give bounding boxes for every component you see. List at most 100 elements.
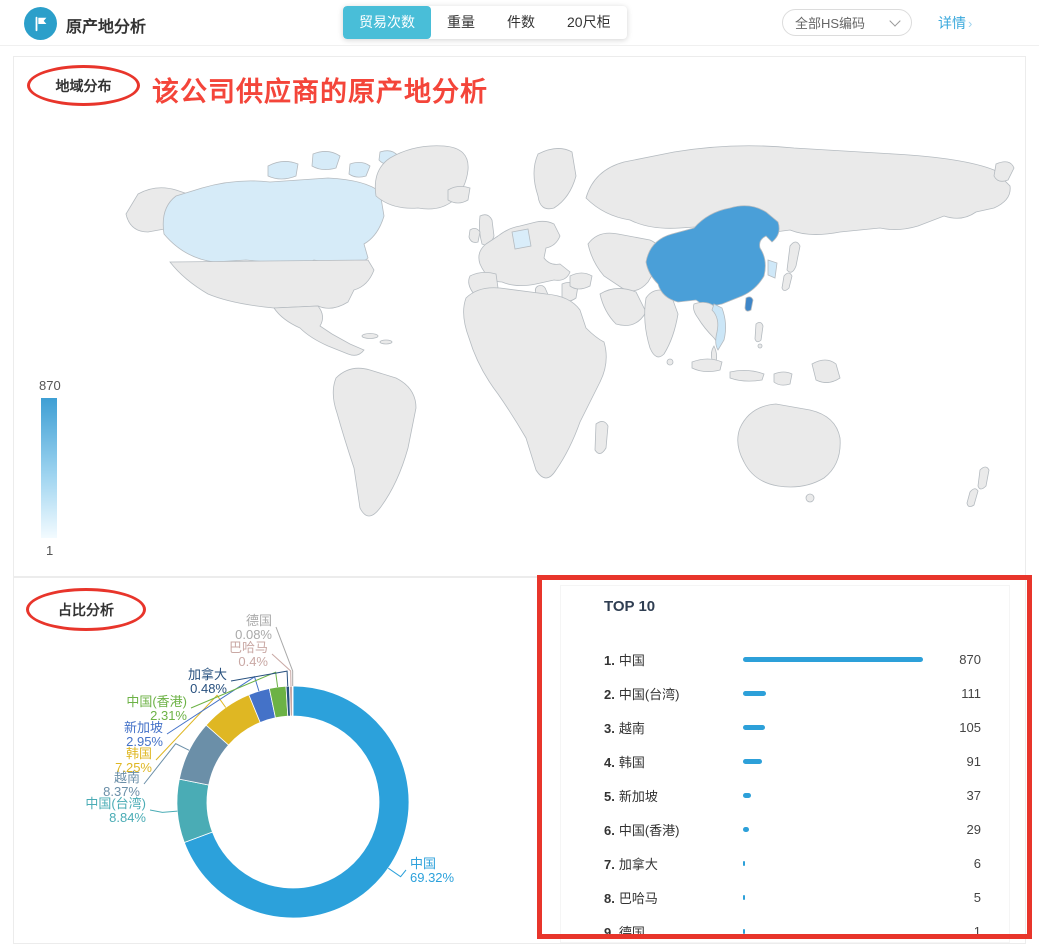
- page-title: 原产地分析: [66, 13, 146, 37]
- top10-value: 105: [959, 720, 981, 735]
- map-region-new-zealand: [967, 489, 978, 507]
- top10-country-name: 中国(香港): [619, 823, 680, 838]
- top10-value-bar: [743, 691, 766, 696]
- red-annotation-note: 该公司供应商的原产地分析: [152, 70, 488, 109]
- top10-country-name: 德国: [619, 925, 645, 940]
- hs-code-dropdown[interactable]: 全部HS编码: [782, 9, 912, 36]
- map-country-canada[interactable]: [163, 178, 384, 266]
- top10-row-加拿大[interactable]: 7. 加拿大 6: [604, 854, 981, 874]
- top10-row-中国[interactable]: 1.中国870: [604, 650, 981, 670]
- top10-rank: 9.: [604, 925, 615, 940]
- map-region-new-zealand: [978, 467, 989, 489]
- map-region-mexico: [274, 306, 364, 355]
- top10-value: 1: [974, 924, 981, 939]
- top10-row-中国(台湾)[interactable]: 2.中国(台湾)111: [604, 684, 981, 704]
- top10-rank: 6.: [604, 823, 615, 838]
- region-badge-label: 地域分布: [56, 76, 112, 96]
- map-region-indonesia: [730, 370, 764, 381]
- donut-slice-德国[interactable]: [292, 686, 293, 716]
- donut-label-中国: 中国69.32%: [410, 857, 454, 885]
- top10-rank: 1.: [604, 653, 615, 668]
- top10-country-name: 越南: [619, 721, 645, 736]
- map-region-australia: [738, 404, 840, 487]
- top10-row-巴哈马[interactable]: 8. 巴哈马 5: [604, 888, 981, 908]
- top10-rank: 4.: [604, 755, 615, 770]
- share-badge-annotation: 占比分析: [26, 588, 146, 631]
- map-region-indonesia: [692, 359, 722, 372]
- top10-row-韩国[interactable]: 4.韩国91: [604, 752, 981, 772]
- colorbar-max-label: 870: [39, 378, 61, 393]
- tab-件数[interactable]: 件数: [491, 6, 551, 39]
- top10-value: 29: [967, 822, 981, 837]
- top10-row-越南[interactable]: 3. 越南 105: [604, 718, 981, 738]
- map-region-iceland: [448, 186, 470, 203]
- top10-rank: 8.: [604, 891, 615, 906]
- top10-country-name: 中国(台湾): [619, 687, 680, 702]
- map-country-germany[interactable]: [512, 229, 531, 249]
- top10-rank: 3.: [604, 721, 615, 736]
- donut-label-中国(台湾): 中国(台湾)8.84%: [85, 797, 146, 825]
- map-region-usa: [170, 260, 374, 308]
- top10-country-name: 巴哈马: [619, 891, 658, 906]
- top10-value-bar: [743, 793, 751, 798]
- tab-贸易次数[interactable]: 贸易次数: [343, 6, 431, 39]
- chevron-down-icon: [889, 15, 900, 26]
- donut-label-中国(香港): 中国(香港)2.31%: [126, 695, 187, 723]
- top10-value: 6: [974, 856, 981, 871]
- map-region-new-guinea: [812, 360, 840, 383]
- donut-chart[interactable]: [163, 672, 423, 932]
- detail-link[interactable]: 详情›: [938, 13, 972, 33]
- donut-label-新加坡: 新加坡2.95%: [124, 721, 163, 749]
- map-region-south-america: [333, 368, 416, 516]
- top10-value-bar: [743, 895, 745, 900]
- map-region-philippines: [755, 322, 763, 341]
- world-choropleth-map[interactable]: [118, 136, 1023, 564]
- top10-row-新加坡[interactable]: 5. 新加坡 37: [604, 786, 981, 806]
- region-badge-annotation: 地域分布: [27, 65, 140, 106]
- map-region-arabia: [600, 288, 646, 325]
- metric-tab-group: 贸易次数重量件数20尺柜: [343, 6, 627, 39]
- top10-value: 37: [967, 788, 981, 803]
- header-bar: 原产地分析 贸易次数重量件数20尺柜 全部HS编码 详情›: [0, 0, 1039, 46]
- top10-value-bar: [743, 929, 745, 934]
- map-region-russia: [586, 146, 1010, 235]
- map-country-south-korea[interactable]: [768, 260, 777, 278]
- top10-value-bar: [743, 657, 923, 662]
- top10-value: 870: [959, 652, 981, 667]
- top10-value-bar: [743, 861, 745, 866]
- top10-rank: 5.: [604, 789, 615, 804]
- top10-country-name: 韩国: [619, 755, 645, 770]
- map-region-arctic-islands: [312, 151, 340, 169]
- donut-chart-area: 中国69.32%中国(台湾)8.84%越南8.37%韩国7.25%新加坡2.95…: [0, 577, 540, 944]
- map-region-japan: [787, 242, 800, 272]
- top10-value-bar: [743, 725, 765, 730]
- donut-slice-中国(台湾)[interactable]: [177, 779, 212, 842]
- top10-country-name: 加拿大: [619, 857, 658, 872]
- chevron-right-icon: ›: [968, 16, 972, 31]
- top10-row-德国[interactable]: 9. 德国 1: [604, 922, 981, 942]
- top10-country-name: 新加坡: [619, 789, 658, 804]
- tab-重量[interactable]: 重量: [431, 6, 491, 39]
- map-region-scandinavia: [534, 148, 576, 208]
- map-region-japan: [782, 273, 792, 291]
- map-region-madagascar: [595, 421, 608, 453]
- map-region-philippines: [758, 344, 762, 348]
- top10-row-中国(香港)[interactable]: 6. 中国(香港) 29: [604, 820, 981, 840]
- origin-analysis-page: { "header": { "title": "原产地分析", "tabs": …: [0, 0, 1039, 944]
- donut-label-德国: 德国0.08%: [235, 614, 272, 642]
- colorbar-min-label: 1: [46, 543, 53, 558]
- top10-rank: 7.: [604, 857, 615, 872]
- map-country-taiwan[interactable]: [745, 297, 753, 311]
- colorbar-gradient: [41, 398, 57, 538]
- top10-value-bar: [743, 759, 762, 764]
- donut-label-韩国: 韩国7.25%: [115, 747, 152, 775]
- map-region-indonesia: [774, 372, 792, 385]
- top10-value: 5: [974, 890, 981, 905]
- hs-code-dropdown-value: 全部HS编码: [795, 13, 865, 32]
- donut-label-加拿大: 加拿大0.48%: [188, 668, 227, 696]
- map-region-arctic-islands: [268, 161, 298, 179]
- map-region-chukotka: [994, 162, 1014, 182]
- map-region-ireland: [469, 228, 480, 242]
- tab-20尺柜[interactable]: 20尺柜: [551, 6, 627, 39]
- map-region-turkey: [570, 273, 592, 289]
